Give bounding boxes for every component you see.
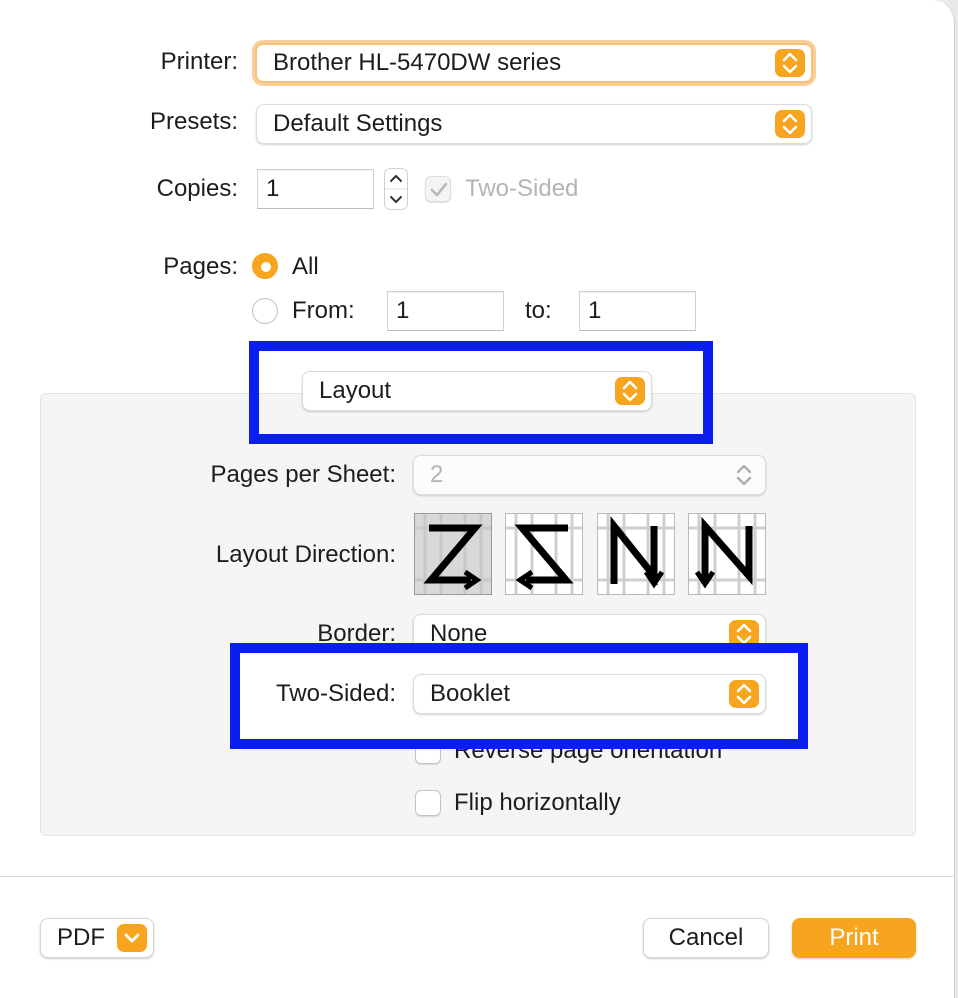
- print-dialog: Printer: Brother HL-5470DW series Preset…: [0, 0, 955, 998]
- direction-n-reverse-button[interactable]: [597, 513, 675, 595]
- direction-z-button[interactable]: [414, 513, 492, 595]
- presets-popup[interactable]: Default Settings: [256, 104, 812, 144]
- direction-n-button[interactable]: [688, 513, 766, 595]
- cancel-button[interactable]: Cancel: [643, 918, 769, 958]
- direction-z-icon: [415, 514, 491, 594]
- pages-from-radio[interactable]: [252, 298, 278, 324]
- chevron-down-icon: [117, 924, 147, 952]
- pages-from-input[interactable]: 1: [387, 291, 504, 331]
- presets-label: Presets:: [149, 108, 238, 135]
- copies-input[interactable]: 1: [257, 169, 374, 209]
- pages-per-sheet-label: Pages per Sheet:: [210, 461, 396, 488]
- up-down-chevron-icon: [775, 49, 805, 77]
- printer-popup[interactable]: Brother HL-5470DW series: [255, 43, 813, 83]
- pages-all-label: All: [292, 253, 319, 280]
- printer-value: Brother HL-5470DW series: [273, 49, 562, 76]
- pdf-menu-button[interactable]: PDF: [40, 918, 154, 958]
- copies-label: Copies:: [156, 175, 238, 202]
- pages-label: Pages:: [163, 253, 238, 280]
- two-sided-label: Two-Sided: [465, 175, 579, 202]
- pages-to-label: to:: [525, 297, 552, 324]
- pages-to-input[interactable]: 1: [579, 291, 696, 331]
- direction-reverse-z-button[interactable]: [505, 513, 583, 595]
- checkmark-icon: [430, 182, 448, 197]
- pages-per-sheet-value: 2: [430, 461, 444, 488]
- direction-n-icon: [689, 514, 765, 594]
- direction-reverse-n-icon: [598, 514, 674, 594]
- copies-stepper[interactable]: [384, 168, 408, 210]
- pages-from-label: From:: [292, 297, 355, 324]
- highlight-box-layout: [249, 341, 713, 444]
- presets-value: Default Settings: [273, 110, 443, 137]
- pdf-label: PDF: [57, 924, 105, 951]
- footer-separator: [0, 876, 955, 877]
- flip-horizontally-label: Flip horizontally: [454, 789, 621, 816]
- pages-all-radio[interactable]: [252, 253, 278, 279]
- flip-horizontally-checkbox[interactable]: [415, 790, 441, 816]
- two-sided-checkbox[interactable]: [425, 176, 451, 202]
- up-down-chevron-icon: [775, 110, 805, 138]
- up-down-chevron-icon: [729, 461, 759, 489]
- layout-direction-label: Layout Direction:: [215, 541, 396, 568]
- print-button[interactable]: Print: [792, 918, 916, 958]
- pages-per-sheet-popup[interactable]: 2: [413, 455, 766, 495]
- printer-label: Printer:: [160, 48, 238, 75]
- direction-reverse-z-icon: [506, 514, 582, 594]
- highlight-box-two-sided: [230, 643, 808, 749]
